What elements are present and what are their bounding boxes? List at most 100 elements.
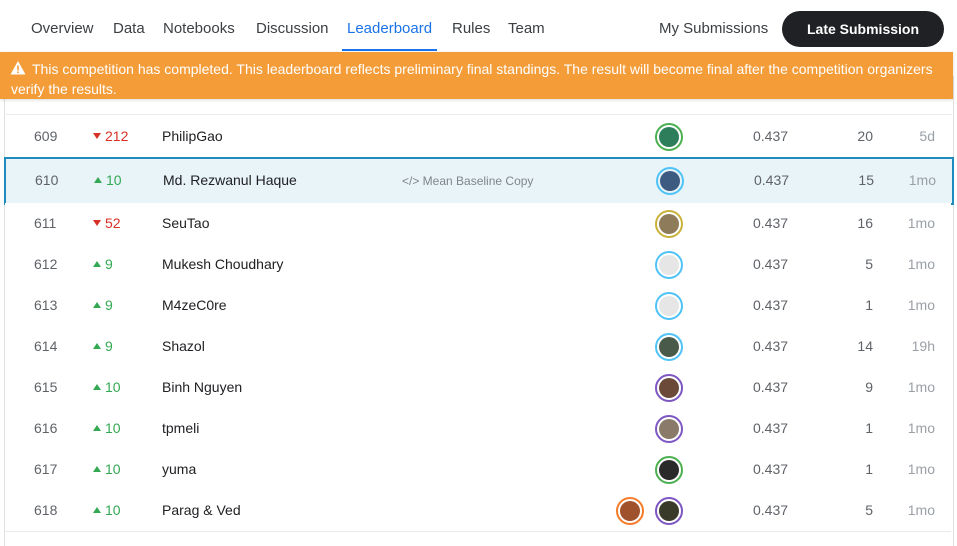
arrow-down-icon xyxy=(93,133,101,139)
rank-cell: 615 xyxy=(34,379,58,395)
rank-cell: 610 xyxy=(35,172,59,188)
competition-nav: Overview Data Notebooks Discussion Leade… xyxy=(0,0,957,56)
rank-change: 52 xyxy=(93,215,121,231)
tab-leaderboard[interactable]: Leaderboard xyxy=(347,20,432,37)
table-row[interactable]: 609 212 PhilipGao 0.437 20 5d xyxy=(5,116,951,158)
rank-cell: 611 xyxy=(34,215,57,231)
entries-cell: 16 xyxy=(857,215,873,231)
entries-cell: 15 xyxy=(858,172,874,188)
avatar[interactable] xyxy=(655,333,683,361)
rank-change-value: 9 xyxy=(105,297,113,313)
rank-cell: 616 xyxy=(34,420,58,436)
entries-cell: 20 xyxy=(857,128,873,144)
team-name[interactable]: M4zeC0re xyxy=(162,297,227,313)
rank-change: 212 xyxy=(93,128,128,144)
team-name[interactable]: Mukesh Choudhary xyxy=(162,256,283,272)
score-cell: 0.437 xyxy=(753,297,789,313)
avatar[interactable] xyxy=(655,497,683,525)
rank-change: 10 xyxy=(93,379,121,395)
table-row[interactable]: 614 9 Shazol 0.437 14 19h xyxy=(5,326,951,368)
tab-rules[interactable]: Rules xyxy=(452,20,490,37)
last-submission-cell: 1mo xyxy=(908,172,936,188)
late-submission-button[interactable]: Late Submission xyxy=(782,11,944,47)
rank-cell: 617 xyxy=(34,461,58,477)
rank-change-value: 10 xyxy=(106,172,122,188)
table-row[interactable]: 615 10 Binh Nguyen 0.437 9 1mo xyxy=(5,367,951,409)
arrow-up-icon xyxy=(93,425,101,431)
last-submission-cell: 19h xyxy=(911,338,935,354)
team-member-avatar[interactable] xyxy=(616,497,644,525)
entries-cell: 5 xyxy=(865,502,873,518)
rank-change-value: 212 xyxy=(105,128,129,144)
avatar[interactable] xyxy=(655,123,683,151)
rank-change: 9 xyxy=(93,338,113,354)
last-submission-cell: 1mo xyxy=(907,297,935,313)
arrow-up-icon xyxy=(93,302,101,308)
score-cell: 0.437 xyxy=(753,128,789,144)
arrow-down-icon xyxy=(93,220,101,226)
notebook-link[interactable]: </> Mean Baseline Copy xyxy=(402,174,533,188)
score-cell: 0.437 xyxy=(753,461,789,477)
rank-cell: 609 xyxy=(34,128,58,144)
tab-overview[interactable]: Overview xyxy=(31,20,94,37)
arrow-up-icon xyxy=(93,384,101,390)
score-cell: 0.437 xyxy=(753,215,789,231)
last-submission-cell: 1mo xyxy=(907,215,935,231)
team-name[interactable]: PhilipGao xyxy=(162,128,223,144)
arrow-up-icon xyxy=(94,177,102,183)
entries-cell: 1 xyxy=(865,297,873,313)
score-cell: 0.437 xyxy=(753,256,789,272)
team-name[interactable]: SeuTao xyxy=(162,215,209,231)
rank-change: 9 xyxy=(93,256,113,272)
team-name[interactable]: Binh Nguyen xyxy=(162,379,242,395)
arrow-up-icon xyxy=(93,261,101,267)
rank-cell: 613 xyxy=(34,297,58,313)
table-row[interactable]: 610 10 Md. Rezwanul Haque </> Mean Baseline… xyxy=(4,157,954,205)
tab-team[interactable]: Team xyxy=(508,20,545,37)
table-row[interactable]: 616 10 tpmeli 0.437 1 1mo xyxy=(5,408,951,450)
team-name[interactable]: yuma xyxy=(162,461,196,477)
last-submission-cell: 1mo xyxy=(907,379,935,395)
my-submissions-link[interactable]: My Submissions xyxy=(659,20,768,37)
avatar[interactable] xyxy=(655,456,683,484)
entries-cell: 1 xyxy=(865,461,873,477)
rank-change: 10 xyxy=(93,461,121,477)
table-row[interactable]: 613 9 M4zeC0re 0.437 1 1mo xyxy=(5,285,951,327)
entries-cell: 1 xyxy=(865,420,873,436)
rank-cell: 614 xyxy=(34,338,58,354)
team-name[interactable]: Shazol xyxy=(162,338,205,354)
avatar[interactable] xyxy=(655,210,683,238)
table-row[interactable]: 618 10 Parag & Ved 0.437 5 1mo xyxy=(5,490,951,532)
team-name[interactable]: Parag & Ved xyxy=(162,502,241,518)
team-name[interactable]: tpmeli xyxy=(162,420,199,436)
avatar[interactable] xyxy=(655,374,683,402)
rank-change-value: 52 xyxy=(105,215,121,231)
last-submission-cell: 1mo xyxy=(907,420,935,436)
avatar[interactable] xyxy=(655,292,683,320)
rank-change-value: 9 xyxy=(105,256,113,272)
rank-cell: 612 xyxy=(34,256,58,272)
rank-change-value: 10 xyxy=(105,379,121,395)
tab-data[interactable]: Data xyxy=(113,20,145,37)
competition-completed-banner: This competition has completed. This lea… xyxy=(0,52,953,99)
entries-cell: 5 xyxy=(865,256,873,272)
tab-notebooks[interactable]: Notebooks xyxy=(163,20,235,37)
avatar[interactable] xyxy=(655,251,683,279)
table-row[interactable]: 617 10 yuma 0.437 1 1mo xyxy=(5,449,951,491)
rank-change: 10 xyxy=(93,502,121,518)
tab-discussion[interactable]: Discussion xyxy=(256,20,329,37)
avatar[interactable] xyxy=(655,415,683,443)
table-row[interactable]: 612 9 Mukesh Choudhary 0.437 5 1mo xyxy=(5,244,951,286)
table-row[interactable]: 611 52 SeuTao 0.437 16 1mo xyxy=(5,203,951,245)
avatar[interactable] xyxy=(656,167,684,195)
rank-change-value: 10 xyxy=(105,420,121,436)
rank-change-value: 10 xyxy=(105,461,121,477)
rank-change: 9 xyxy=(93,297,113,313)
last-submission-cell: 1mo xyxy=(907,256,935,272)
score-cell: 0.437 xyxy=(754,172,790,188)
team-name[interactable]: Md. Rezwanul Haque xyxy=(163,172,297,188)
banner-message: This competition has completed. This lea… xyxy=(11,61,933,97)
last-submission-cell: 1mo xyxy=(907,502,935,518)
rank-change: 10 xyxy=(94,172,122,188)
score-cell: 0.437 xyxy=(753,338,789,354)
